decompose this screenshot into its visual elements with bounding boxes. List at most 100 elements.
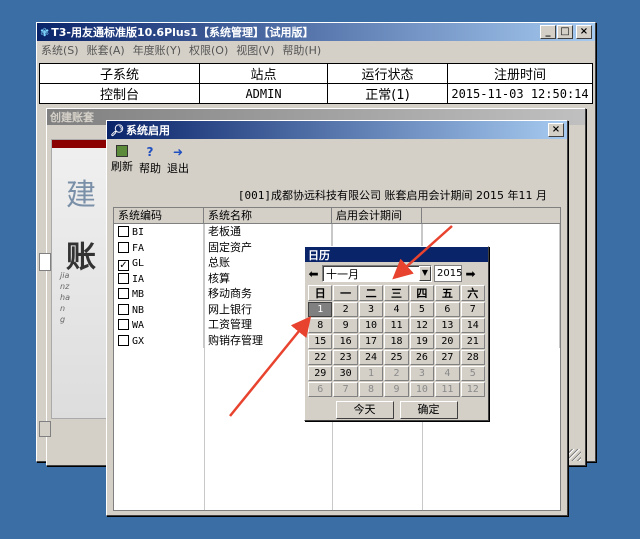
- calendar-day[interactable]: 25: [384, 350, 409, 365]
- enable-checkbox[interactable]: ✓: [118, 260, 129, 271]
- chevron-down-icon[interactable]: ▼: [419, 266, 431, 281]
- calendar-day[interactable]: 16: [333, 334, 358, 349]
- search-icon: 🔎︎: [110, 123, 124, 137]
- enable-checkbox[interactable]: [118, 226, 129, 237]
- calendar-day[interactable]: 24: [358, 350, 384, 365]
- table-cell: ADMIN: [199, 83, 328, 104]
- calendar-day[interactable]: 4: [384, 302, 409, 317]
- weekday-header: 四: [409, 285, 435, 301]
- calendar-day[interactable]: 27: [435, 350, 460, 365]
- table-row[interactable]: BI 老板通: [114, 224, 560, 240]
- table-header-row: 子系统 站点 运行状态 注册时间: [39, 63, 593, 84]
- weekday-header: 一: [333, 285, 358, 301]
- calendar-day[interactable]: 8: [308, 318, 333, 333]
- enable-checkbox[interactable]: [118, 288, 129, 299]
- calendar-day[interactable]: 19: [409, 334, 435, 349]
- banner-char: 账: [66, 240, 96, 275]
- button-fragment: [39, 421, 51, 437]
- column-header: 系统编码: [114, 208, 204, 223]
- close-button[interactable]: ×: [548, 123, 564, 137]
- calendar-day[interactable]: 3: [409, 366, 435, 381]
- table-cell: 控制台: [39, 83, 200, 104]
- grid-header: 系统编码 系统名称 启用会计期间: [114, 208, 560, 224]
- refresh-label: 刷新: [111, 160, 133, 173]
- exit-button[interactable]: ➜ 退出: [167, 145, 189, 181]
- enable-checkbox[interactable]: [118, 241, 129, 253]
- calendar-day[interactable]: 14: [460, 318, 485, 333]
- calendar-day[interactable]: 17: [358, 334, 384, 349]
- close-button[interactable]: ×: [576, 25, 592, 39]
- system-code-cell: BI: [114, 224, 204, 240]
- calendar-day[interactable]: 28: [460, 350, 485, 365]
- subsystem-table: 子系统 站点 运行状态 注册时间 控制台 ADMIN 正常(1) 2015-11…: [39, 63, 593, 104]
- calendar-day[interactable]: 21: [460, 334, 485, 349]
- banner-vertical-text: jianzhang: [60, 271, 70, 324]
- prev-month-arrow-icon[interactable]: ⬅: [307, 266, 320, 282]
- calendar-titlebar[interactable]: 日历: [305, 247, 488, 262]
- enable-checkbox[interactable]: [118, 319, 129, 330]
- enable-checkbox[interactable]: [118, 303, 129, 315]
- calendar-day[interactable]: 12: [409, 318, 435, 333]
- column-header: 运行状态: [327, 63, 448, 84]
- refresh-button[interactable]: 刷新: [111, 145, 133, 181]
- next-month-arrow-icon[interactable]: ➡: [464, 266, 477, 282]
- table-cell: 正常(1): [327, 83, 448, 104]
- enable-titlebar[interactable]: 🔎︎ 系统启用 ×: [107, 121, 567, 139]
- calendar-day[interactable]: 11: [384, 318, 409, 333]
- calendar-day[interactable]: 12: [460, 382, 485, 397]
- menu-item[interactable]: 系统(S): [41, 42, 79, 58]
- calendar-day[interactable]: 10: [358, 318, 384, 333]
- calendar-day[interactable]: 3: [358, 302, 384, 317]
- enable-checkbox[interactable]: [118, 272, 129, 284]
- maximize-button[interactable]: □: [557, 25, 573, 39]
- calendar-day[interactable]: 2: [384, 366, 409, 381]
- ok-button[interactable]: 确定: [399, 401, 458, 419]
- calendar-day[interactable]: 5: [460, 366, 485, 381]
- calendar-day[interactable]: 4: [435, 366, 460, 381]
- system-code: MB: [132, 289, 145, 300]
- main-titlebar[interactable]: ✾ T3-用友通标准版10.6Plus1【系统管理】【试用版】 _ □ ×: [37, 23, 595, 41]
- calendar-day[interactable]: 9: [384, 382, 409, 397]
- menu-item[interactable]: 年度账(Y): [133, 42, 181, 58]
- company-code: [001]: [237, 189, 272, 202]
- system-code-cell: NB: [114, 301, 204, 317]
- system-code: GL: [132, 258, 145, 269]
- minimize-button[interactable]: _: [540, 25, 556, 39]
- calendar-day[interactable]: 10: [409, 382, 435, 397]
- calendar-day[interactable]: 7: [460, 302, 485, 317]
- calendar-day[interactable]: 9: [333, 318, 358, 333]
- system-code-cell: WA: [114, 317, 204, 333]
- menu-item[interactable]: 帮助(H): [282, 42, 321, 58]
- resize-grip[interactable]: [569, 449, 581, 461]
- year-input[interactable]: 2015: [434, 265, 462, 282]
- system-code-cell: ✓ GL: [114, 255, 204, 271]
- calendar-day[interactable]: 7: [333, 382, 358, 397]
- table-row[interactable]: 控制台 ADMIN 正常(1) 2015-11-03 12:50:14: [39, 83, 593, 104]
- calendar-day[interactable]: 6: [308, 382, 333, 397]
- calendar-day[interactable]: 22: [308, 350, 333, 365]
- calendar-grid: 日一二三四五六 1 2 3 4 5 6 7 8 9 10 11 12 13 14 15 16 17 18 19 20 21…: [305, 285, 488, 397]
- calendar-day[interactable]: 2: [333, 302, 358, 317]
- calendar-day[interactable]: 18: [384, 334, 409, 349]
- calendar-day[interactable]: 15: [308, 334, 333, 349]
- month-select[interactable]: 十一月 ▼: [322, 265, 432, 282]
- calendar-day[interactable]: 23: [333, 350, 358, 365]
- calendar-day[interactable]: 30: [333, 366, 358, 381]
- help-icon: ?: [146, 145, 154, 159]
- menu-item[interactable]: 权限(O): [189, 42, 228, 58]
- calendar-day[interactable]: 8: [358, 382, 384, 397]
- calendar-day[interactable]: 5: [409, 302, 435, 317]
- calendar-day[interactable]: 13: [435, 318, 460, 333]
- enable-checkbox[interactable]: [118, 334, 129, 346]
- menu-item[interactable]: 账套(A): [87, 42, 125, 58]
- calendar-day[interactable]: 11: [435, 382, 460, 397]
- calendar-day[interactable]: 6: [435, 302, 460, 317]
- calendar-day[interactable]: 1: [308, 302, 333, 317]
- calendar-day[interactable]: 1: [358, 366, 384, 381]
- calendar-day[interactable]: 20: [435, 334, 460, 349]
- today-button[interactable]: 今天: [335, 401, 394, 419]
- calendar-day[interactable]: 29: [308, 366, 333, 381]
- help-button[interactable]: ? 帮助: [139, 145, 161, 181]
- calendar-day[interactable]: 26: [409, 350, 435, 365]
- menu-item[interactable]: 视图(V): [236, 42, 274, 58]
